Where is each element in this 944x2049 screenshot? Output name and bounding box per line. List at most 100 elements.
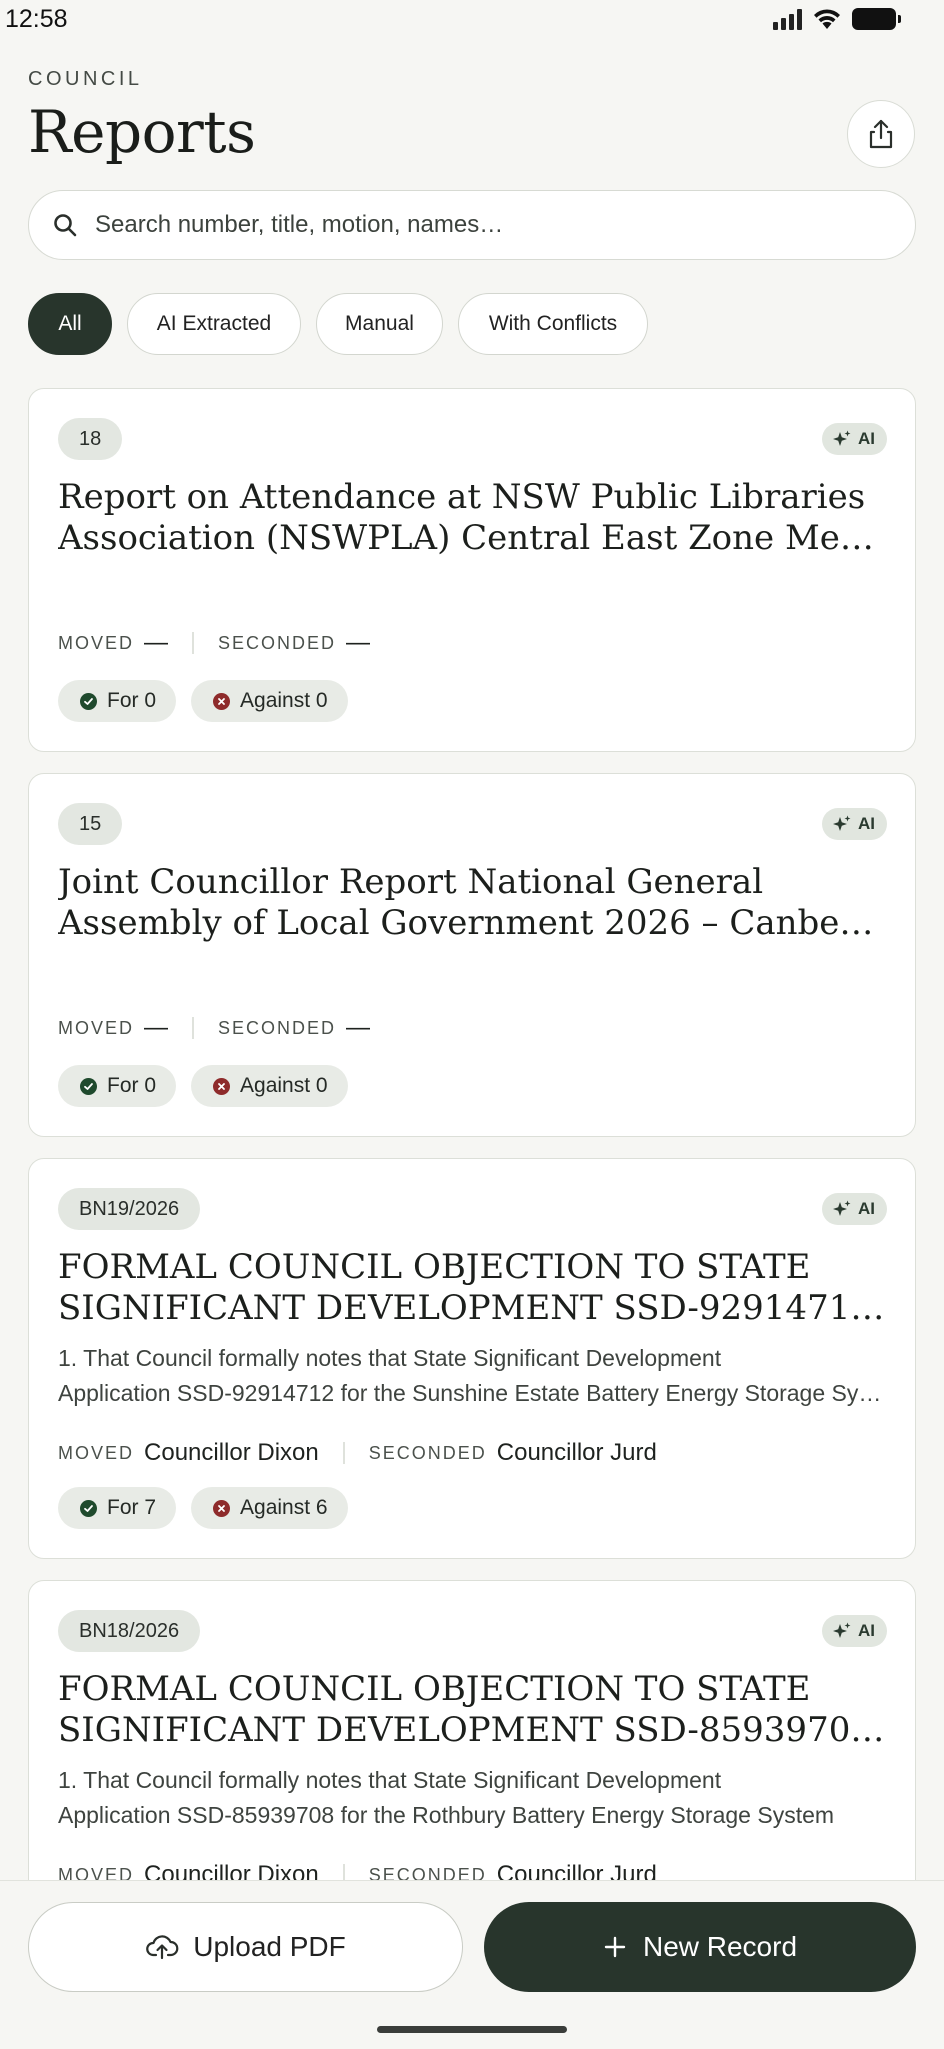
ai-badge-label: AI	[858, 1199, 875, 1218]
record-description: 1. That Council formally notes that Stat…	[58, 1763, 888, 1833]
ai-badge: AI	[822, 423, 887, 455]
check-circle-icon	[80, 1077, 97, 1095]
seconded-label: SECONDED	[368, 1442, 487, 1463]
search-input[interactable]	[93, 210, 877, 240]
x-circle-icon	[213, 1077, 231, 1095]
record-title-line: Assembly of Local Government 2026 – Canb…	[58, 903, 888, 943]
record-title-line: FORMAL COUNCIL OBJECTION TO STATE	[58, 1669, 811, 1709]
record-card[interactable]: BN19/2026 AI FORMAL COUNCIL OBJECTION TO…	[28, 1158, 916, 1559]
filter-chip-with-conflicts[interactable]: With Conflicts	[458, 293, 648, 355]
moved-label: MOVED	[58, 1442, 135, 1463]
motion-meta: MOVED Councillor Dixon SECONDED Councill…	[58, 1439, 657, 1467]
record-title-line: SIGNIFICANT DEVELOPMENT SSD-85939708 (RO…	[58, 1710, 888, 1750]
record-description-line: 1. That Council formally notes that Stat…	[58, 1345, 722, 1371]
new-record-button[interactable]: New Record	[484, 1902, 916, 1992]
vote-against-pill: Against 0	[191, 1065, 348, 1107]
vote-tally: For 0 Against 0	[58, 680, 348, 722]
ai-badge: AI	[822, 1615, 887, 1647]
record-title: FORMAL COUNCIL OBJECTION TO STATE SIGNIF…	[58, 1247, 888, 1329]
page-title: Reports	[28, 98, 256, 166]
moved-value: —	[144, 1014, 169, 1041]
check-circle-icon	[80, 1499, 97, 1517]
cloud-upload-icon	[146, 1935, 179, 1960]
sparkle-icon	[833, 815, 851, 831]
wifi-icon	[814, 9, 840, 29]
record-number-badge: BN18/2026	[58, 1610, 201, 1652]
motion-meta: MOVED — SECONDED —	[58, 629, 370, 657]
record-description: 1. That Council formally notes that Stat…	[58, 1341, 888, 1411]
x-circle-icon	[213, 1499, 231, 1517]
moved-value: Councillor Dixon	[144, 1439, 319, 1466]
moved-label: MOVED	[58, 632, 135, 653]
ai-badge: AI	[822, 808, 887, 840]
record-title: Report on Attendance at NSW Public Libra…	[58, 477, 888, 559]
sparkle-icon	[833, 1622, 851, 1638]
new-record-label: New Record	[642, 1931, 798, 1962]
record-number-badge: BN19/2026	[58, 1188, 201, 1230]
upload-pdf-button[interactable]: Upload PDF	[28, 1902, 463, 1992]
seconded-value: —	[346, 629, 371, 656]
record-description-line: 1. That Council formally notes that Stat…	[58, 1767, 722, 1793]
record-description-line: Application SSD-92914712 for the Sunshin…	[58, 1380, 888, 1406]
x-circle-icon	[213, 692, 231, 710]
record-title-line: Joint Councillor Report National General	[58, 862, 764, 902]
vote-for-label: For 0	[107, 689, 157, 712]
filter-chip-manual[interactable]: Manual	[316, 293, 443, 355]
search-bar[interactable]	[28, 190, 916, 260]
vote-tally: For 7 Against 6	[58, 1487, 348, 1529]
record-title: Joint Councillor Report National General…	[58, 862, 888, 944]
ai-badge-label: AI	[858, 814, 875, 833]
sparkle-icon	[833, 1200, 851, 1216]
status-time: 12:58	[5, 5, 68, 33]
ai-badge-label: AI	[858, 1621, 875, 1640]
vote-for-label: For 0	[107, 1074, 157, 1097]
vote-against-pill: Against 6	[191, 1487, 348, 1529]
home-indicator	[377, 2026, 567, 2033]
record-title-line: SIGNIFICANT DEVELOPMENT SSD-92914712 (SU…	[58, 1288, 888, 1328]
vote-against-label: Against 0	[240, 689, 328, 712]
cellular-signal-icon	[773, 8, 802, 30]
seconded-value: —	[346, 1014, 371, 1041]
plus-icon	[604, 1936, 626, 1958]
vote-against-label: Against 6	[240, 1496, 328, 1519]
meta-divider	[192, 632, 195, 654]
check-circle-icon	[80, 692, 97, 710]
motion-meta: MOVED — SECONDED —	[58, 1014, 370, 1042]
record-title-line: Association (NSWPLA) Central East Zone M…	[58, 518, 888, 558]
share-button[interactable]	[847, 100, 915, 168]
sparkle-icon	[833, 430, 851, 446]
status-bar: 12:58	[0, 0, 944, 40]
seconded-value: Councillor Jurd	[496, 1439, 657, 1466]
search-icon	[51, 211, 79, 239]
vote-for-pill: For 7	[58, 1487, 177, 1529]
meta-divider	[192, 1017, 195, 1039]
record-title-line: Report on Attendance at NSW Public Libra…	[58, 477, 866, 517]
filter-chip-all[interactable]: All	[28, 293, 112, 355]
ai-badge: AI	[822, 1193, 887, 1225]
seconded-label: SECONDED	[218, 1017, 337, 1038]
record-number-badge: 15	[58, 803, 123, 845]
battery-icon	[852, 8, 901, 30]
moved-label: MOVED	[58, 1017, 135, 1038]
seconded-label: SECONDED	[218, 632, 337, 653]
status-icons	[773, 8, 901, 30]
bottom-action-bar: Upload PDF New Record	[0, 1880, 944, 2049]
record-card[interactable]: 15 AI Joint Councillor Report National G…	[28, 773, 916, 1137]
record-title: FORMAL COUNCIL OBJECTION TO STATE SIGNIF…	[58, 1669, 888, 1751]
ai-badge-label: AI	[858, 429, 875, 448]
vote-for-pill: For 0	[58, 680, 177, 722]
vote-against-label: Against 0	[240, 1074, 328, 1097]
vote-for-label: For 7	[107, 1496, 157, 1519]
record-number-badge: 18	[58, 418, 123, 460]
moved-value: —	[144, 629, 169, 656]
vote-tally: For 0 Against 0	[58, 1065, 348, 1107]
meta-divider	[342, 1442, 345, 1464]
section-eyebrow: COUNCIL	[28, 68, 143, 90]
filter-chip-ai-extracted[interactable]: AI Extracted	[127, 293, 301, 355]
record-description-line: Application SSD-85939708 for the Rothbur…	[58, 1802, 835, 1828]
filter-chips: All AI Extracted Manual With Conflicts	[28, 293, 648, 355]
record-card[interactable]: 18 AI Report on Attendance at NSW Public…	[28, 388, 916, 752]
vote-against-pill: Against 0	[191, 680, 348, 722]
share-icon	[869, 119, 893, 149]
vote-for-pill: For 0	[58, 1065, 177, 1107]
